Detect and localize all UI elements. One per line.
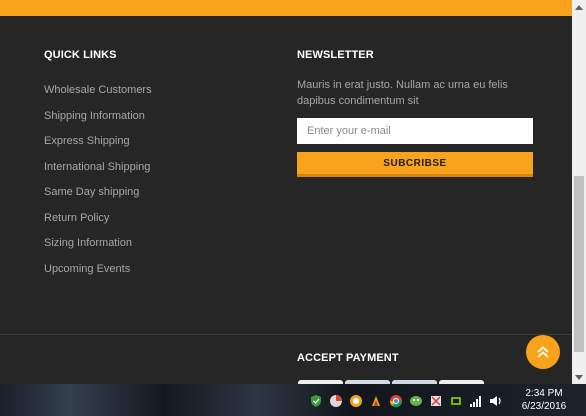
app-icon[interactable] [348,393,364,409]
arrow-down-icon [575,374,583,380]
page-scrollbar[interactable] [572,0,586,384]
quick-link-express-shipping[interactable]: Express Shipping [44,134,152,160]
quick-link-return-policy[interactable]: Return Policy [44,211,152,237]
quick-links-heading: QUICK LINKS [44,49,117,61]
network-signal-icon[interactable] [468,393,484,409]
quick-link-wholesale-customers[interactable]: Wholesale Customers [44,83,152,109]
windows-taskbar: 2:34 PM 6/23/2016 [0,384,586,416]
footer-top-band [0,0,572,16]
newsletter-heading: NEWSLETTER [297,49,374,61]
accept-payment-heading: ACCEPT PAYMENT [297,352,399,364]
volume-icon[interactable] [488,393,504,409]
app-icon[interactable] [408,393,424,409]
quick-link-sizing-information[interactable]: Sizing Information [44,236,152,262]
arrow-up-icon [575,4,583,10]
quick-links-list: Wholesale Customers Shipping Information… [44,83,152,287]
quick-link-same-day-shipping[interactable]: Same Day shipping [44,185,152,211]
scroll-up-arrow[interactable] [572,0,586,14]
quick-link-upcoming-events[interactable]: Upcoming Events [44,262,152,288]
back-to-top-button[interactable] [526,335,560,369]
website-footer: QUICK LINKS Wholesale Customers Shipping… [0,0,572,384]
app-icon[interactable] [368,393,384,409]
clock-date: 6/23/2016 [521,401,567,412]
app-icon[interactable] [448,393,464,409]
quick-link-international-shipping[interactable]: International Shipping [44,160,152,186]
scroll-down-arrow[interactable] [572,370,586,384]
clock-time: 2:34 PM [525,388,563,399]
system-tray [308,393,504,409]
taskbar-clock[interactable]: 2:34 PM 6/23/2016 [512,387,576,413]
security-icon[interactable] [308,393,324,409]
double-chevron-up-icon [537,346,549,358]
footer-divider [0,334,572,335]
app-icon[interactable] [328,393,344,409]
newsletter-email-input[interactable] [297,118,533,144]
subscribe-button[interactable]: SUBCRIBSE [297,152,533,177]
browser-icon[interactable] [388,393,404,409]
scrollbar-thumb[interactable] [574,176,584,352]
newsletter-description: Mauris in erat justo. Nullam ac urna eu … [297,79,508,107]
quick-link-shipping-information[interactable]: Shipping Information [44,109,152,135]
app-icon[interactable] [428,393,444,409]
